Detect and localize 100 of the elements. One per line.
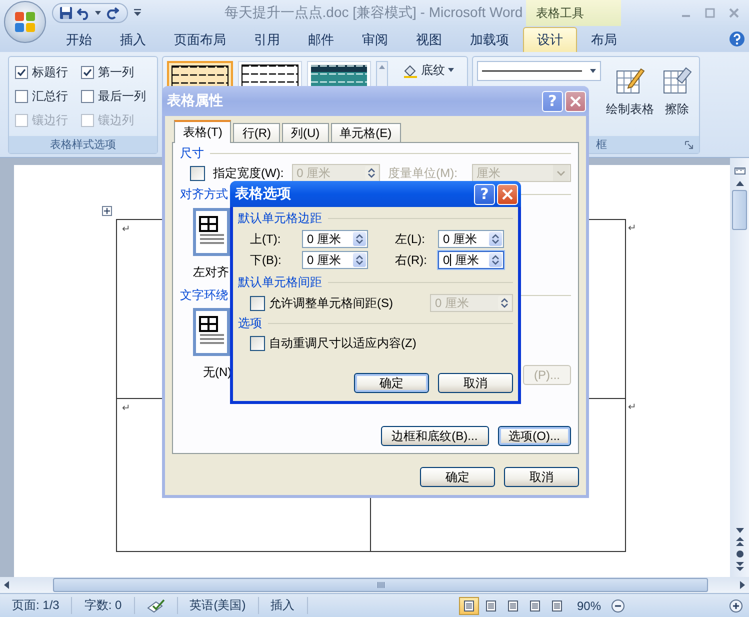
- spin-button[interactable]: [353, 253, 366, 267]
- up-down-arrows-icon: [356, 234, 363, 244]
- checkbox[interactable]: [15, 66, 28, 79]
- page-icon: [484, 600, 497, 612]
- close-button[interactable]: [565, 90, 586, 112]
- window-title: 每天提升一点点.doc [兼容模式] - Microsoft Word: [223, 4, 524, 22]
- dialog-tab[interactable]: 单元格(E): [330, 123, 401, 142]
- page-icon: [506, 600, 519, 612]
- shading-button[interactable]: 底纹: [399, 61, 458, 79]
- section-heading: 对齐方式: [180, 187, 228, 202]
- ok-button[interactable]: 确定: [354, 373, 429, 393]
- zoom-in-icon[interactable]: [729, 598, 743, 612]
- scroll-down-icon[interactable]: [736, 528, 744, 533]
- insert-mode-indicator[interactable]: 插入: [258, 597, 308, 614]
- number-field[interactable]: 0 厘米: [438, 251, 504, 269]
- ribbon-tab[interactable]: 插入: [106, 27, 160, 52]
- next-page-icon[interactable]: [736, 562, 744, 571]
- office-button[interactable]: [4, 1, 46, 43]
- help-icon[interactable]: [729, 31, 745, 47]
- ruler-toggle-icon[interactable]: [734, 165, 746, 177]
- caret-icon: [590, 69, 596, 73]
- dialog-title: 表格属性: [167, 92, 224, 110]
- field-label: 下(B):: [250, 252, 282, 268]
- save-icon[interactable]: [59, 6, 73, 20]
- alignment-option[interactable]: [193, 208, 230, 256]
- group-label: 表格样式选项: [50, 138, 116, 152]
- checkbox-label: 标题行: [32, 64, 68, 81]
- checkbox-label: 汇总行: [32, 88, 68, 105]
- ribbon-tab[interactable]: 页面布局: [160, 27, 240, 52]
- ribbon-tab[interactable]: 布局: [577, 27, 631, 52]
- dialog-tab[interactable]: 表格(T): [174, 120, 232, 143]
- checkbox-label: 镶边行: [32, 112, 68, 129]
- cancel-button[interactable]: 取消: [438, 373, 513, 393]
- checkbox-label: 最后一列: [98, 88, 146, 105]
- scrollbar-thumb[interactable]: [732, 190, 747, 230]
- ribbon-tab[interactable]: 审阅: [348, 27, 402, 52]
- close-button[interactable]: [497, 184, 518, 204]
- field-label: 度量单位(M):: [388, 166, 458, 180]
- grip-icon: [376, 582, 384, 588]
- table-move-handle-icon[interactable]: [102, 206, 112, 216]
- ribbon-tab[interactable]: 设计: [523, 27, 577, 52]
- scroll-up-icon[interactable]: [736, 181, 744, 186]
- number-field[interactable]: 0 厘米: [438, 230, 504, 248]
- zoom-out-icon[interactable]: [611, 598, 625, 612]
- line-style-dropdown[interactable]: [477, 61, 601, 81]
- previous-page-icon[interactable]: [736, 537, 744, 546]
- caret-icon: [557, 170, 565, 176]
- page-icon: [462, 600, 475, 612]
- dialog-tab[interactable]: 列(U): [282, 123, 329, 142]
- view-button[interactable]: [458, 596, 479, 614]
- language-indicator[interactable]: 英语(美国): [178, 597, 259, 614]
- borders-shading-button[interactable]: 边框和底纹(B)...: [380, 426, 489, 446]
- up-down-arrows-icon: [501, 298, 508, 308]
- eraser-button[interactable]: 擦除: [659, 61, 695, 132]
- dialog-launcher-icon[interactable]: [685, 140, 693, 148]
- options-button[interactable]: 选项(O)...: [498, 426, 571, 446]
- checkbox[interactable]: [250, 296, 265, 310]
- ok-button[interactable]: 确定: [420, 467, 495, 487]
- dialog-title: 表格选项: [235, 185, 292, 203]
- ribbon-tab[interactable]: 加载项: [456, 27, 523, 52]
- draw-table-button[interactable]: 绘制表格: [603, 61, 657, 132]
- group-label: 框: [596, 138, 607, 152]
- number-field[interactable]: 0 厘米: [302, 230, 368, 248]
- caret-icon: [448, 68, 454, 72]
- ribbon-tab[interactable]: 视图: [402, 27, 456, 52]
- number-field[interactable]: 0 厘米: [302, 251, 368, 269]
- ribbon-tab[interactable]: 开始: [52, 27, 106, 52]
- proofing-icon[interactable]: [146, 598, 165, 612]
- browse-object-icon[interactable]: [736, 550, 744, 558]
- checkbox[interactable]: [81, 90, 94, 103]
- checkbox[interactable]: [250, 336, 265, 351]
- scroll-left-icon[interactable]: [4, 581, 9, 589]
- checkbox-label: 自动重调尺寸以适应内容(Z): [269, 335, 416, 352]
- word-count[interactable]: 字数: 0: [72, 597, 135, 614]
- checkbox[interactable]: [81, 66, 94, 79]
- wrap-option[interactable]: [193, 308, 230, 356]
- undo-icon[interactable]: [77, 6, 91, 20]
- ribbon-tab[interactable]: 邮件: [294, 27, 348, 52]
- row-end-mark: ↵: [628, 223, 636, 234]
- dialog-tab[interactable]: 行(R): [233, 123, 280, 142]
- checkbox[interactable]: [15, 90, 28, 103]
- section-heading: 尺寸: [180, 146, 204, 161]
- caret-icon[interactable]: [95, 11, 101, 15]
- field-label: 右(R):: [395, 252, 428, 268]
- checkbox-label: 镶边列: [98, 112, 134, 129]
- spin-button[interactable]: [489, 253, 502, 267]
- zoom-level[interactable]: 90%: [568, 598, 609, 612]
- help-button[interactable]: ?: [474, 184, 495, 204]
- close-icon: [570, 96, 581, 106]
- spin-button[interactable]: [489, 232, 502, 246]
- checkbox-label: 允许调整单元格间距(S): [269, 294, 393, 312]
- scrollbar-thumb[interactable]: [53, 578, 708, 592]
- cancel-button[interactable]: 取消: [504, 467, 579, 487]
- spin-button[interactable]: [353, 232, 366, 246]
- page-indicator[interactable]: 页面: 1/3: [0, 597, 72, 614]
- redo-icon[interactable]: [105, 6, 119, 20]
- customize-caret-icon[interactable]: [134, 9, 141, 17]
- scroll-right-icon[interactable]: [740, 581, 745, 589]
- checkbox[interactable]: [190, 166, 205, 180]
- ribbon-tab[interactable]: 引用: [240, 27, 294, 52]
